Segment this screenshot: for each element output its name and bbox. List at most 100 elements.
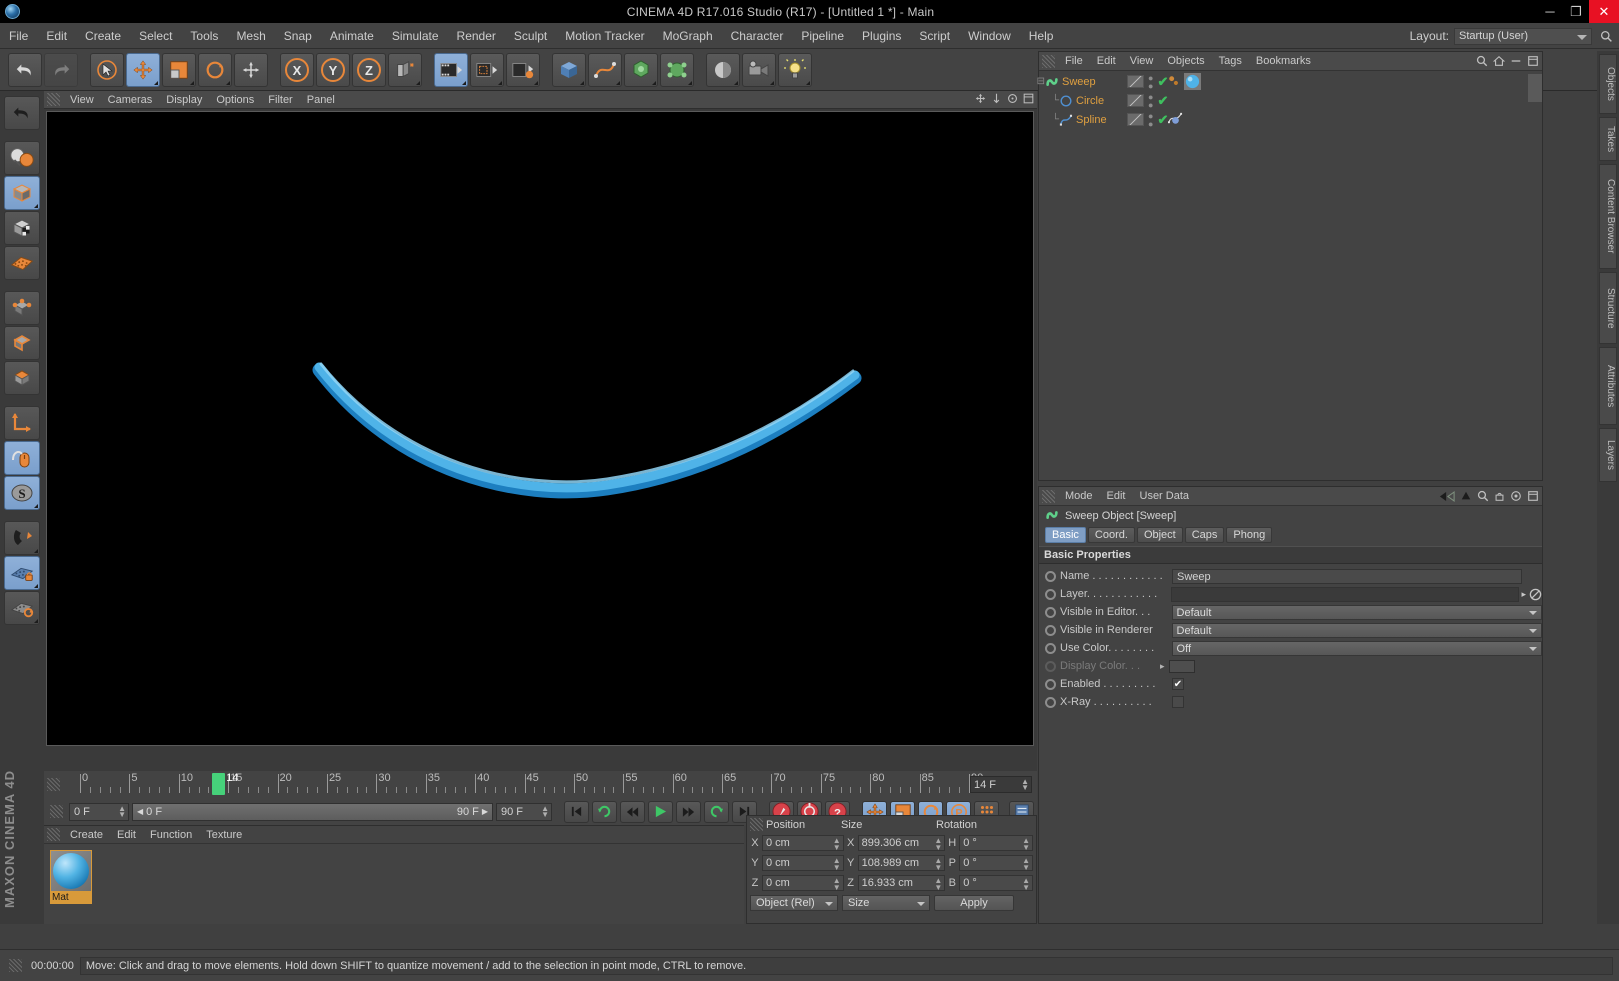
menu-item-window[interactable]: Window [959, 23, 1020, 49]
attribute-grip-icon[interactable] [1042, 489, 1055, 503]
spinner-icon[interactable]: ▲ ▼ [934, 877, 942, 892]
maximize-button[interactable]: ❐ [1563, 0, 1589, 23]
lock-icon[interactable] [1494, 490, 1505, 505]
material-item[interactable]: Mat [50, 850, 94, 904]
collapse-icon[interactable] [1510, 55, 1522, 70]
add-light-tool[interactable] [778, 52, 812, 87]
size-y-field[interactable]: 108.989 cm ▲ ▼ [857, 855, 946, 872]
viewport-zoom-icon[interactable] [991, 93, 1002, 107]
texture-mode-tool[interactable] [4, 211, 40, 245]
property-toggle-radio[interactable] [1045, 696, 1056, 708]
object-menu-edit[interactable]: Edit [1090, 52, 1123, 70]
timeline-grip-icon[interactable] [47, 778, 60, 791]
coordinate-grip-icon[interactable] [750, 818, 763, 831]
render-region-tool[interactable] [470, 52, 504, 87]
live-selection-tool[interactable] [90, 52, 124, 87]
workplane-rotate-tool[interactable] [4, 591, 40, 625]
visibility-dots-icon[interactable]: ● ● [1148, 111, 1153, 128]
attribute-menu-user-data[interactable]: User Data [1133, 487, 1197, 505]
object-manager-grip-icon[interactable] [1042, 54, 1055, 68]
viewport-menu-cameras[interactable]: Cameras [101, 91, 160, 109]
redo-tool[interactable] [44, 52, 78, 87]
max-frame-field[interactable]: 90 F ▲ ▼ [496, 802, 552, 821]
render-view-tool[interactable] [434, 52, 468, 87]
tab-object[interactable]: Object [1136, 527, 1183, 543]
workplane-lock-tool[interactable] [4, 556, 40, 590]
rotation-h-field[interactable]: 0 ° ▲ ▼ [959, 835, 1033, 852]
use-color-select[interactable]: Off [1171, 640, 1542, 656]
property-toggle-radio[interactable] [1045, 660, 1056, 672]
range-start-field[interactable]: 0 F ▲ ▼ [69, 802, 129, 821]
search-icon[interactable] [1477, 490, 1489, 505]
viewport-rotate-icon[interactable] [1007, 93, 1018, 107]
viewport-canvas[interactable] [46, 111, 1034, 746]
layer-field[interactable] [1171, 586, 1520, 602]
tab-basic[interactable]: Basic [1045, 527, 1086, 543]
object-menu-view[interactable]: View [1123, 52, 1161, 70]
size-z-field[interactable]: 16.933 cm ▲ ▼ [857, 875, 946, 892]
property-toggle-radio[interactable] [1045, 606, 1056, 618]
visible-in-editor-select[interactable]: Default [1171, 604, 1542, 620]
property-toggle-radio[interactable] [1045, 624, 1056, 636]
step-back-button[interactable] [620, 800, 645, 823]
display-color-field[interactable] [1168, 659, 1195, 673]
viewport-move-icon[interactable] [975, 93, 986, 107]
lock-z-axis-tool[interactable]: Z [352, 52, 386, 87]
tab-coord[interactable]: Coord. [1087, 527, 1135, 543]
tag-phong-tag[interactable] [1167, 74, 1182, 89]
tag-spline-point-tag[interactable] [1167, 111, 1184, 126]
world-axis-tool[interactable] [234, 52, 268, 87]
menu-item-plugins[interactable]: Plugins [853, 23, 910, 49]
dock-tab-takes[interactable]: Takes [1599, 117, 1617, 161]
spinner-icon[interactable]: ▲ ▼ [934, 837, 942, 852]
attribute-menu-mode[interactable]: Mode [1058, 487, 1100, 505]
material-list[interactable]: Mat [44, 844, 744, 910]
lock-x-axis-tool[interactable]: X [280, 52, 314, 87]
timeline-ruler[interactable]: 05101520253035404550556065707580859014 [66, 772, 983, 797]
model-mode-tool[interactable] [4, 176, 40, 210]
viewport-menu-panel[interactable]: Panel [300, 91, 342, 109]
layout-dropdown[interactable]: Startup (User) [1454, 27, 1592, 45]
coord-system-dropdown[interactable]: Object (Rel) [750, 895, 838, 911]
rotate-tool[interactable] [198, 52, 232, 87]
search-icon[interactable] [1597, 27, 1615, 45]
material-menu-edit[interactable]: Edit [110, 826, 143, 844]
snap-settings-tool[interactable]: S [4, 476, 40, 510]
table-row[interactable]: └ Circle ● ● ✔ [1039, 91, 1542, 110]
visibility-dots-icon[interactable]: ● ● [1148, 73, 1153, 90]
tab-caps[interactable]: Caps [1184, 527, 1225, 543]
world-coordinate-tool[interactable] [388, 52, 422, 87]
spinner-icon[interactable]: ▲ ▼ [833, 857, 841, 872]
material-menu-create[interactable]: Create [63, 826, 110, 844]
layer-none-icon[interactable] [1529, 588, 1542, 601]
visible-in-renderer-select[interactable]: Default [1171, 622, 1542, 638]
record-active-objects-button[interactable] [592, 800, 617, 823]
panel-grip-icon[interactable] [47, 93, 60, 106]
play-button[interactable] [648, 800, 673, 823]
object-enabled-check-icon[interactable]: ✔ [1157, 93, 1168, 109]
timeline-playhead[interactable] [212, 773, 226, 795]
lock-y-axis-tool[interactable]: Y [316, 52, 350, 87]
viewport-menu-filter[interactable]: Filter [261, 91, 299, 109]
dock-tab-attributes[interactable]: Attributes [1599, 347, 1617, 425]
spinner-icon[interactable]: ▲ ▼ [1022, 857, 1030, 872]
material-menu-function[interactable]: Function [143, 826, 199, 844]
menu-item-sculpt[interactable]: Sculpt [505, 23, 556, 49]
material-grip-icon[interactable] [47, 828, 60, 841]
point-mode-tool[interactable] [4, 291, 40, 325]
transport-grip-icon[interactable] [50, 805, 63, 818]
enabled-checkbox[interactable]: ✔ [1172, 678, 1184, 690]
status-grip-icon[interactable] [9, 959, 22, 972]
nav-up-icon[interactable] [1460, 490, 1472, 505]
expand-icon[interactable] [1527, 55, 1539, 70]
object-menu-bookmarks[interactable]: Bookmarks [1249, 52, 1318, 70]
property-toggle-radio[interactable] [1045, 588, 1056, 600]
object-menu-file[interactable]: File [1058, 52, 1090, 70]
menu-item-mograph[interactable]: MoGraph [654, 23, 722, 49]
table-row[interactable]: └ Spline ● ● ✔ [1039, 110, 1542, 129]
minimize-button[interactable]: ─ [1537, 0, 1563, 23]
object-menu-tags[interactable]: Tags [1212, 52, 1249, 70]
menu-item-edit[interactable]: Edit [37, 23, 76, 49]
property-toggle-radio[interactable] [1045, 642, 1056, 654]
menu-item-select[interactable]: Select [130, 23, 181, 49]
